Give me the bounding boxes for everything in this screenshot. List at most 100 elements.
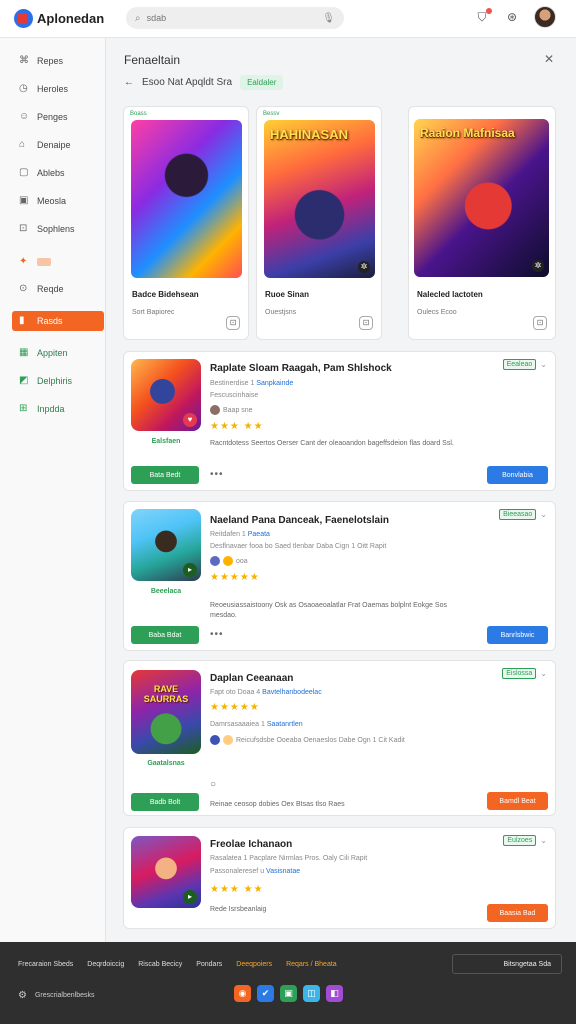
footer-link[interactable]: Reqars / Bheata — [286, 961, 337, 968]
app-title[interactable]: Daplan Ceeanaan — [210, 673, 293, 684]
sidebar-item-delphiris[interactable]: ◩ Delphiris — [12, 371, 104, 391]
app-title[interactable]: Freolae Ichanaon — [210, 839, 292, 850]
sidebar-item-repes[interactable]: ⌘ Repes — [12, 51, 104, 71]
app-icon[interactable]: ♥ — [131, 359, 201, 431]
sidebar-item-label: Rasds — [37, 316, 63, 326]
app-logo[interactable]: Aplonedan — [14, 9, 104, 28]
featured-art[interactable] — [131, 120, 242, 278]
app-card[interactable]: RAVE SAURRAS Gaatalsnas Daplan Ceeanaan … — [123, 660, 556, 816]
footer-link[interactable]: Pondars — [196, 961, 222, 968]
settings-icon[interactable]: ⚙ — [18, 990, 27, 1001]
rating-tag[interactable]: Eulzoes ⌄ — [503, 835, 547, 846]
sidebar-item-ablebs[interactable]: ▢ Ablebs — [12, 163, 104, 183]
back-arrow-icon[interactable]: ← — [124, 77, 134, 88]
get-button[interactable]: Baba Bdat — [131, 626, 199, 644]
cart-icon[interactable]: ⛉ — [474, 8, 492, 25]
sidebar-item-reqde[interactable]: ⊙ Reqde — [12, 279, 104, 299]
featured-title: Badce Bidehsean — [132, 290, 199, 299]
sidebar-item-denaipe[interactable]: ⌂ Denaipe — [12, 135, 104, 155]
rating-value: Eislossa — [502, 668, 537, 679]
meta-link[interactable]: Bavtelhanbodeelac — [262, 689, 322, 696]
search-bar[interactable]: ⌕ 🎙 — [126, 7, 344, 29]
social-icon-1[interactable]: ◉ — [234, 985, 251, 1002]
footer-link[interactable]: Deeqpoiers — [236, 961, 272, 968]
bookmark-icon[interactable]: ⊡ — [533, 316, 547, 330]
avatar-group: ooa — [210, 556, 248, 566]
developer-label[interactable]: Ealsfaen — [133, 438, 199, 445]
sidebar-item-appiten[interactable]: ▦ Appiten — [12, 343, 104, 363]
developer-label[interactable]: Beeelaca — [133, 588, 199, 595]
user-avatar[interactable] — [534, 6, 556, 28]
sidebar-item-label: Reqde — [37, 284, 64, 294]
microphone-icon[interactable]: 🎙 — [322, 13, 335, 24]
sidebar-item-heroles[interactable]: ◷ Heroles — [12, 79, 104, 99]
rating-tag[interactable]: Eislossa ⌄ — [502, 668, 547, 679]
app-card[interactable]: ▸ Freolae Ichanaon Rasalatea 1 Pacplare … — [123, 827, 556, 929]
install-button[interactable]: Bamdl Beat — [487, 792, 548, 810]
featured-card[interactable]: Raaion Mafnisaa ✲ Nalecled lactoten Oule… — [408, 106, 556, 340]
featured-title: Nalecled lactoten — [417, 290, 483, 299]
meta-link[interactable]: Saatanrtlen — [267, 721, 303, 728]
app-meta: Fescuscinhaise — [210, 392, 259, 399]
sidebar-item-pinned[interactable]: ✦ — [12, 252, 104, 272]
install-button[interactable]: Banrlsbwic — [487, 626, 548, 644]
featured-art[interactable]: HAHINASAN ✲ — [264, 120, 375, 278]
app-title[interactable]: Raplate Sloam Raagah, Pam Shlshock — [210, 363, 392, 374]
language-select[interactable]: Bitsngetaa Sda — [452, 954, 562, 974]
meta-link[interactable]: Paeata — [248, 531, 270, 538]
meta-text: ooa — [236, 557, 248, 565]
get-button[interactable]: Bata Bedt — [131, 466, 199, 484]
flag-icon: ▮ — [19, 315, 25, 326]
get-button[interactable]: Badb Bolt — [131, 793, 199, 811]
footer-link[interactable]: Riscab Becicy — [138, 961, 182, 968]
app-description: Reinae ceosop dobies Oex Btsas tlso Raes — [210, 801, 345, 808]
sidebar-item-penges[interactable]: ☺ Penges — [12, 107, 104, 127]
avatar-group: Reicufsdsbe Ooeaba Oenaeslos Dabe Ogn 1 … — [210, 735, 405, 745]
footer-link[interactable]: Frecaraion Sbeds — [18, 961, 73, 968]
social-icon-4[interactable]: ◫ — [303, 985, 320, 1002]
avatar — [223, 556, 233, 566]
bookmark-icon: ⌂ — [19, 139, 26, 150]
app-card[interactable]: ▸ Beeelaca Naeland Pana Danceak, Faenelo… — [123, 501, 556, 651]
help-icon[interactable]: ⊛ — [504, 9, 520, 25]
sidebar-item-meosla[interactable]: ▣ Meosla — [12, 191, 104, 211]
featured-card[interactable]: Bessv HAHINASAN ✲ Ruoe Sinan Ouestjsns ⊡ — [256, 106, 382, 340]
bookmark-icon[interactable]: ⊡ — [226, 316, 240, 330]
more-icon[interactable]: ••• — [210, 469, 224, 480]
close-icon[interactable]: ✕ — [544, 52, 554, 66]
install-button[interactable]: Baasia Bad — [487, 904, 548, 922]
app-icon[interactable]: ▸ — [131, 509, 201, 581]
app-icon[interactable]: ▸ — [131, 836, 201, 908]
app-card[interactable]: ♥ Ealsfaen Raplate Sloam Raagah, Pam Shl… — [123, 351, 556, 491]
sidebar-item-label: Meosla — [37, 196, 67, 206]
sidebar-item-rasds[interactable]: ▮ Rasds — [12, 311, 104, 331]
sidebar-item-sophlens[interactable]: ⊡ Sophlens — [12, 219, 104, 239]
meta-link[interactable]: Sanpkainde — [256, 380, 293, 387]
app-icon[interactable]: RAVE SAURRAS — [131, 670, 201, 754]
app-meta: Fapt oto Doaa 4 Bavtelhanbodeelac — [210, 689, 322, 696]
app-meta: Damrsasaaaiea 1 Saatanrtlen — [210, 721, 303, 728]
more-icon[interactable]: ••• — [210, 629, 224, 640]
footer-link[interactable]: Deqrdoiccig — [87, 961, 124, 968]
install-button[interactable]: Bonvlabia — [487, 466, 548, 484]
rating-tag[interactable]: Bieeasao ⌄ — [499, 509, 547, 520]
developer-label[interactable]: Gaatalsnas — [133, 760, 199, 767]
meta-link[interactable]: Vasisnatae — [266, 868, 300, 875]
square-icon: ▢ — [19, 167, 29, 178]
social-icon-2[interactable]: ✔ — [257, 985, 274, 1002]
app-title[interactable]: Naeland Pana Danceak, Faenelotslain — [210, 515, 389, 526]
sidebar-item-inpdda[interactable]: ⊞ Inpdda — [12, 399, 104, 419]
featured-art-title: Raaion Mafnisaa — [420, 126, 515, 140]
featured-art[interactable]: Raaion Mafnisaa ✲ — [414, 119, 549, 277]
rating-tag[interactable]: Eealeao ⌄ — [502, 359, 547, 370]
bookmark-icon[interactable]: ⊡ — [359, 316, 373, 330]
featured-card[interactable]: Boass Badce Bidehsean Sort Bapiorec ⊡ — [123, 106, 249, 340]
gear-icon: ✲ — [358, 261, 370, 273]
sidebar-item-label: Heroles — [37, 84, 69, 94]
breadcrumb-tag[interactable]: Ealdaler — [240, 75, 284, 90]
featured-badge: Bessv — [263, 111, 280, 117]
social-icon-3[interactable]: ▣ — [280, 985, 297, 1002]
social-icon-5[interactable]: ◧ — [326, 985, 343, 1002]
app-meta: Reitdafen 1 Paeata — [210, 531, 270, 538]
search-input[interactable] — [146, 13, 317, 23]
